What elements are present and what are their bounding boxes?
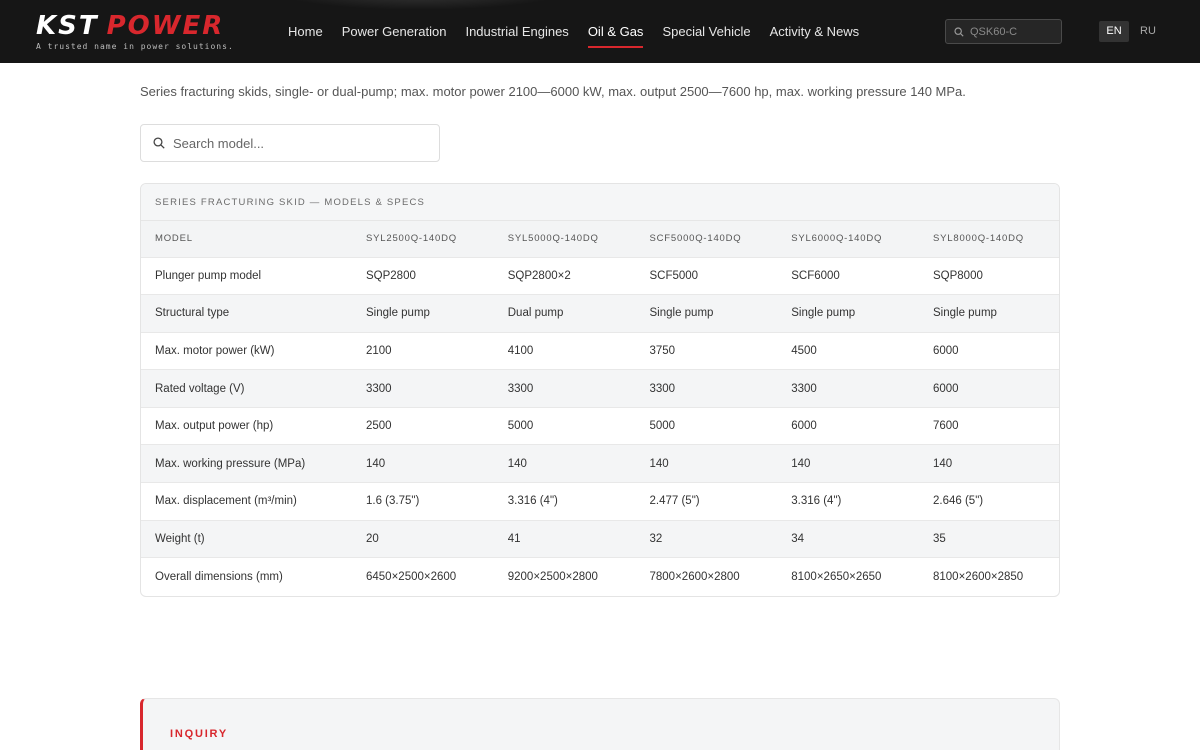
search-icon <box>954 26 964 37</box>
inquiry-section: INQUIRY <box>140 698 1060 750</box>
table-cell: 5000 <box>493 407 636 446</box>
table-cell: 8100×2600×2850 <box>933 570 1024 583</box>
row-label: Max. working pressure (MPa) <box>141 444 352 484</box>
column-header: SCF5000Q-140DQ <box>635 221 778 258</box>
table-cell: 32 <box>635 520 778 559</box>
header-search <box>945 19 1062 44</box>
table-cell: 3300 <box>635 369 778 408</box>
table-cell: 3300 <box>777 369 919 408</box>
logo-kst: KST <box>36 11 99 41</box>
nav-item-industrial-engines[interactable]: Industrial Engines <box>465 0 568 63</box>
table-cell: 2500 <box>352 407 494 446</box>
row-label: Structural type <box>141 294 352 333</box>
table-cell: 4500 <box>777 332 919 371</box>
table-cell: 3.316 (4") <box>493 482 636 521</box>
row-label: Max. displacement (m³/min) <box>141 482 352 521</box>
table-cell: SCF6000 <box>777 257 919 296</box>
table-cell: 140 <box>493 444 636 484</box>
table-cell: 6000 <box>777 407 919 446</box>
row-label: Max. output power (hp) <box>141 407 352 446</box>
logo-power: POWER <box>106 11 225 41</box>
specs-card: SERIES FRACTURING SKID — MODELS & SPECS … <box>140 183 1060 597</box>
table-cell: 9200×2500×2800 <box>507 570 598 583</box>
table-cell: 7800×2600×2800 <box>649 570 740 583</box>
table-cell: 3750 <box>635 332 778 371</box>
table-cell: 3300 <box>352 369 494 408</box>
column-header: MODEL <box>141 221 352 258</box>
header-search-input[interactable] <box>970 25 1056 38</box>
model-search <box>140 124 440 162</box>
table-cell: 140 <box>352 444 494 484</box>
table-row: Plunger pump model SQP2800 SQP2800×2 SCF500… <box>141 257 1059 296</box>
table-row: Rated voltage (V) 3300 3300 3300 3300 6000 <box>141 369 1059 408</box>
lang-en-button[interactable]: EN <box>1099 21 1129 42</box>
table-cell: Dual pump <box>493 294 636 333</box>
table-cell: Single pump <box>919 294 1059 333</box>
inquiry-label: INQUIRY <box>170 728 229 740</box>
row-label: Plunger pump model <box>141 257 352 296</box>
table-cell: 4100 <box>493 332 636 371</box>
logo[interactable]: KST POWER A trusted name in power solutio… <box>36 12 234 51</box>
nav-item-power-generation[interactable]: Power Generation <box>342 0 447 63</box>
table-cell: 5000 <box>635 407 778 446</box>
table-row: Overall dimensions (mm) 6450×2500×2600 920… <box>141 558 1059 596</box>
search-icon <box>153 137 165 149</box>
column-header: SYL2500Q-140DQ <box>352 221 494 258</box>
table-cell: 140 <box>635 444 778 484</box>
table-header-row: MODEL SYL2500Q-140DQ SYL5000Q-140DQ SCF5… <box>141 221 1059 258</box>
table-cell: 20 <box>352 520 494 559</box>
table-cell: Single pump <box>777 294 919 333</box>
row-label: Weight (t) <box>141 520 352 559</box>
table-row: Weight (t) 20 41 32 34 35 <box>141 520 1059 559</box>
table-cell: 3300 <box>493 369 636 408</box>
nav-item-home[interactable]: Home <box>288 0 323 63</box>
column-header: SYL8000Q-140DQ <box>919 221 1059 258</box>
table-cell: SCF5000 <box>635 257 778 296</box>
nav-item-activity-news[interactable]: Activity & News <box>770 0 860 63</box>
table-cell: 6000 <box>919 369 1059 408</box>
site-header: KST POWER A trusted name in power solutio… <box>0 0 1200 63</box>
specs-table-title: SERIES FRACTURING SKID — MODELS & SPECS <box>141 184 1059 221</box>
table-cell: 41 <box>493 520 636 559</box>
table-cell: 34 <box>777 520 919 559</box>
table-cell: 35 <box>919 520 1059 559</box>
nav-item-special-vehicle[interactable]: Special Vehicle <box>662 0 750 63</box>
table-cell: 6450×2500×2600 <box>366 570 457 583</box>
lang-ru-button[interactable]: RU <box>1134 21 1162 42</box>
nav-item-oil-gas[interactable]: Oil & Gas <box>587 0 643 63</box>
table-cell: 3.316 (4") <box>777 482 919 521</box>
table-cell: 140 <box>919 444 1059 484</box>
table-row: Max. output power (hp) 2500 5000 5000 6000 76… <box>141 407 1059 446</box>
table-cell: Single pump <box>635 294 778 333</box>
specs-table: MODEL SYL2500Q-140DQ SYL5000Q-140DQ SCF5… <box>141 221 1059 596</box>
table-row: Max. motor power (kW) 2100 4100 3750 4500 600… <box>141 332 1059 371</box>
table-cell: 1.6 (3.75") <box>352 482 494 521</box>
intro-text: Series fracturing skids, single- or dual… <box>140 84 966 99</box>
table-cell: SQP8000 <box>919 257 1059 296</box>
model-search-input[interactable] <box>173 135 423 151</box>
column-header: SYL5000Q-140DQ <box>493 221 636 258</box>
row-label: Max. motor power (kW) <box>141 332 352 371</box>
table-cell: 2.477 (5") <box>635 482 778 521</box>
row-label: Rated voltage (V) <box>141 369 352 408</box>
table-cell: 2100 <box>352 332 494 371</box>
table-cell: SQP2800×2 <box>493 257 636 296</box>
table-row: Max. working pressure (MPa) 140 140 140 140 1… <box>141 444 1059 484</box>
main-nav: Home Power Generation Industrial Engines… <box>288 0 878 63</box>
logo-tagline: A trusted name in power solutions. <box>36 42 234 51</box>
table-cell: 140 <box>777 444 919 484</box>
table-cell: Single pump <box>352 294 494 333</box>
column-header: SYL6000Q-140DQ <box>777 221 919 258</box>
table-cell: 6000 <box>919 332 1059 371</box>
table-cell: SQP2800 <box>352 257 494 296</box>
table-row: Structural type Single pump Dual pump Singl… <box>141 294 1059 333</box>
table-cell: 8100×2650×2650 <box>791 570 882 583</box>
row-label: Overall dimensions (mm) <box>155 570 283 583</box>
table-cell: 2.646 (5") <box>919 482 1059 521</box>
table-cell: 7600 <box>919 407 1059 446</box>
table-row: Max. displacement (m³/min) 1.6 (3.75") 3.3… <box>141 482 1059 521</box>
